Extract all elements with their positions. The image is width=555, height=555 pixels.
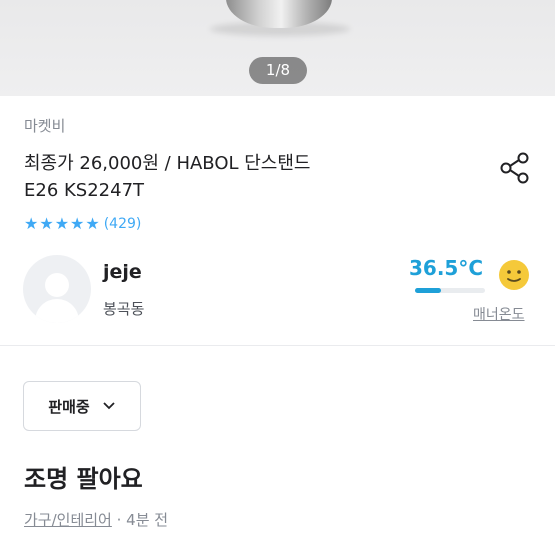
share-icon bbox=[500, 152, 529, 184]
manner-temperature-fill bbox=[415, 288, 441, 293]
rating-count: (429) bbox=[103, 216, 142, 232]
rating[interactable]: ★ ★ ★ ★ ★ (429) bbox=[24, 214, 141, 234]
store-name[interactable]: 마켓비 bbox=[24, 115, 65, 136]
image-page-counter: 1/8 bbox=[249, 57, 307, 84]
star-icon: ★ bbox=[85, 214, 100, 233]
star-icon: ★ bbox=[54, 214, 70, 233]
share-button[interactable] bbox=[497, 150, 533, 186]
product-title-line-1: 최종가 26,000원 / HABOL 단스탠드 bbox=[24, 153, 311, 174]
avatar-placeholder-body bbox=[35, 299, 79, 323]
post-title: 조명 팔아요 bbox=[24, 465, 143, 493]
star-icon: ★ bbox=[24, 214, 39, 233]
product-title: 최종가 26,000원 / HABOL 단스탠드 E26 KS2247T bbox=[24, 150, 474, 204]
seller-name[interactable]: jeje bbox=[103, 261, 142, 283]
category-link[interactable]: 가구/인테리어 bbox=[24, 511, 112, 529]
sale-status-dropdown[interactable]: 판매중 bbox=[23, 381, 141, 431]
chevron-down-icon bbox=[103, 402, 115, 410]
manner-temperature-bar bbox=[415, 288, 485, 293]
avatar-placeholder-icon bbox=[45, 273, 69, 297]
manner-temperature-link[interactable]: 매너온도 bbox=[473, 304, 525, 324]
post-meta: 가구/인테리어 · 4분 전 bbox=[24, 509, 168, 530]
smiley-icon bbox=[497, 258, 531, 292]
product-title-line-2: E26 KS2247T bbox=[24, 180, 145, 201]
product-image[interactable]: 1/8 bbox=[0, 0, 555, 96]
divider bbox=[0, 345, 555, 346]
manner-temperature: 36.5°C bbox=[409, 256, 484, 280]
seller-location: 봉곡동 bbox=[103, 300, 145, 318]
sale-status-label: 판매중 bbox=[48, 397, 90, 416]
post-time: · 4분 전 bbox=[111, 511, 169, 529]
seller-avatar[interactable] bbox=[23, 255, 91, 323]
star-icon: ★ bbox=[70, 214, 85, 233]
star-icon: ★ bbox=[39, 214, 54, 233]
